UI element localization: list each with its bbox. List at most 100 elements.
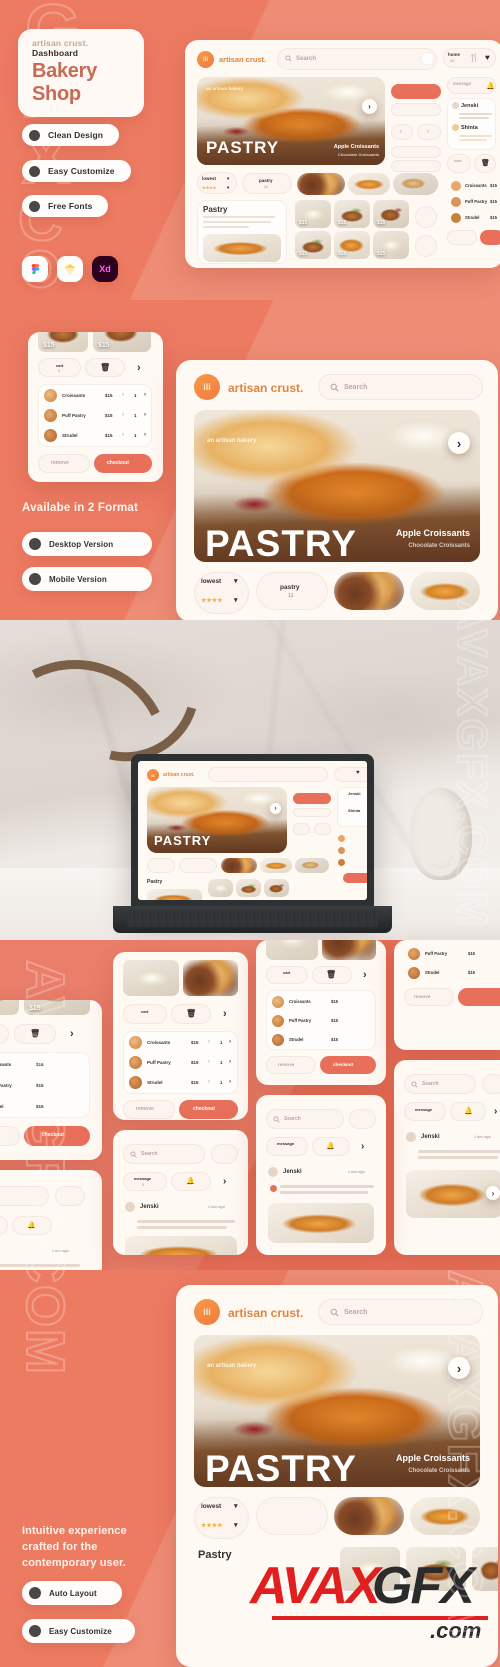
list-view-icon[interactable] [349,1109,376,1129]
food-chip-baguette[interactable] [348,173,390,195]
chevron-down-icon[interactable]: ▾ [234,1521,238,1529]
product-thumb[interactable]: $15 [93,332,151,352]
stepper-prev-button[interactable] [293,823,310,835]
brand-name[interactable]: artisan crust. [228,381,303,395]
food-chip-baguette[interactable] [260,858,292,873]
hero-next-button[interactable]: › [362,99,377,114]
category-chip[interactable] [256,572,328,610]
food-chip-cake[interactable] [295,858,329,873]
food-chip-baguette[interactable] [410,572,480,610]
chevron-right-icon[interactable]: › [363,969,367,981]
cart-tab[interactable] [123,1004,167,1024]
closing-option-auto-layout[interactable]: Auto Layout [22,1581,122,1605]
message-tab[interactable] [123,1172,167,1191]
chevron-right-icon[interactable]: › [494,1106,497,1117]
stepper-prev-button[interactable] [391,124,413,140]
chevron-down-icon[interactable]: ▾ [227,185,229,191]
product-thumb[interactable] [266,940,318,960]
closing-option-easy-customize[interactable]: Easy Customize [22,1619,135,1643]
message-tab[interactable] [0,1216,8,1235]
sort-dropdown[interactable] [147,858,175,873]
chevron-right-icon[interactable]: › [137,362,141,374]
qty-increase-button[interactable]: › [229,1039,231,1045]
food-chip-muffin[interactable] [221,858,257,873]
qty-increase-button[interactable]: › [229,1059,231,1065]
category-chip[interactable] [256,1497,328,1535]
cart-tab[interactable] [0,1024,9,1044]
field-discount[interactable] [391,160,441,172]
brand-name[interactable]: artisan crust. [219,55,266,64]
qty-decrease-button[interactable]: ‹ [208,1039,210,1045]
stepper-next-button[interactable] [417,124,441,140]
category-chip[interactable] [179,858,217,873]
hero-banner[interactable]: PASTRY › [147,787,287,853]
product-thumb[interactable]: $15 [295,231,331,259]
top-nav-home[interactable] [334,767,367,782]
add-to-cart-button[interactable] [293,808,331,817]
product-thumb[interactable]: $15 [38,332,88,352]
hero-banner[interactable]: an artisan bakery PASTRY Apple Croissant… [194,1335,480,1487]
scroll-up-button[interactable] [415,206,437,228]
hero-next-button[interactable]: › [270,803,281,814]
order-now-button[interactable] [391,84,441,99]
message-tab[interactable] [266,1137,308,1156]
product-thumb[interactable] [236,879,261,897]
list-view-icon[interactable] [55,1186,85,1206]
remove-button[interactable] [0,1126,20,1146]
product-thumb[interactable]: $15 [373,231,409,259]
qty-increase-button[interactable]: › [144,432,146,438]
product-thumb[interactable]: $15 [334,200,370,228]
qty-increase-button[interactable]: › [229,1079,231,1085]
qty-decrease-button[interactable]: ‹ [122,392,124,398]
hero-next-button[interactable]: › [448,432,470,454]
search-input[interactable] [0,1186,49,1206]
chevron-down-icon[interactable]: ▾ [234,596,238,604]
add-to-cart-button[interactable] [391,103,441,116]
qty-decrease-button[interactable]: ‹ [208,1079,210,1085]
product-thumb[interactable] [208,879,233,897]
qty-increase-button[interactable]: › [144,412,146,418]
pastry-photo[interactable] [147,889,202,900]
brand-name[interactable]: artisan crust. [163,772,194,778]
chevron-right-icon[interactable]: › [486,1186,500,1200]
qty-decrease-button[interactable]: ‹ [122,432,124,438]
product-thumb[interactable]: $15 [373,200,409,228]
category-chip[interactable] [242,173,292,194]
fork-icon[interactable]: 🍴 [469,53,479,62]
list-view-icon[interactable] [211,1144,238,1164]
chevron-down-icon[interactable]: ▾ [227,176,229,182]
checkout-button[interactable] [480,230,500,245]
food-chip-muffin[interactable] [297,173,345,195]
filter-icon[interactable] [421,52,434,65]
chevron-right-icon[interactable]: › [70,1028,74,1040]
hero-next-button[interactable]: › [448,1357,470,1379]
chevron-right-icon[interactable]: › [361,1141,364,1152]
food-chip-baguette[interactable] [410,1497,480,1535]
chevron-right-icon[interactable]: › [223,1176,226,1187]
product-thumb[interactable]: $15 [295,200,331,228]
product-thumb[interactable] [123,960,179,996]
checkout-button[interactable] [343,873,367,883]
checkout-button[interactable] [458,988,500,1006]
search-input[interactable] [318,1299,483,1325]
food-chip-muffin[interactable] [334,1497,404,1535]
qty-decrease-button[interactable]: ‹ [208,1059,210,1065]
remove-button[interactable] [447,230,477,245]
food-chip-muffin[interactable] [334,572,404,610]
product-thumb[interactable] [472,1547,498,1591]
chevron-down-icon[interactable]: ▾ [234,1502,238,1510]
pastry-photo[interactable] [203,234,281,262]
list-view-icon[interactable] [482,1074,500,1094]
message-attachment[interactable] [268,1203,374,1243]
product-thumb[interactable] [322,940,376,960]
scroll-down-button[interactable] [415,235,437,257]
message-attachment[interactable] [125,1236,237,1255]
format-option-desktop[interactable]: Desktop Version [22,532,152,556]
bell-icon[interactable]: 🔔 [486,82,495,90]
product-thumb[interactable] [264,879,289,897]
food-chip-cake[interactable] [393,173,438,195]
product-thumb[interactable]: $15 [334,231,370,259]
chevron-right-icon[interactable]: › [223,1008,227,1020]
chevron-down-icon[interactable]: ▾ [234,577,238,585]
stepper-next-button[interactable] [314,823,331,835]
